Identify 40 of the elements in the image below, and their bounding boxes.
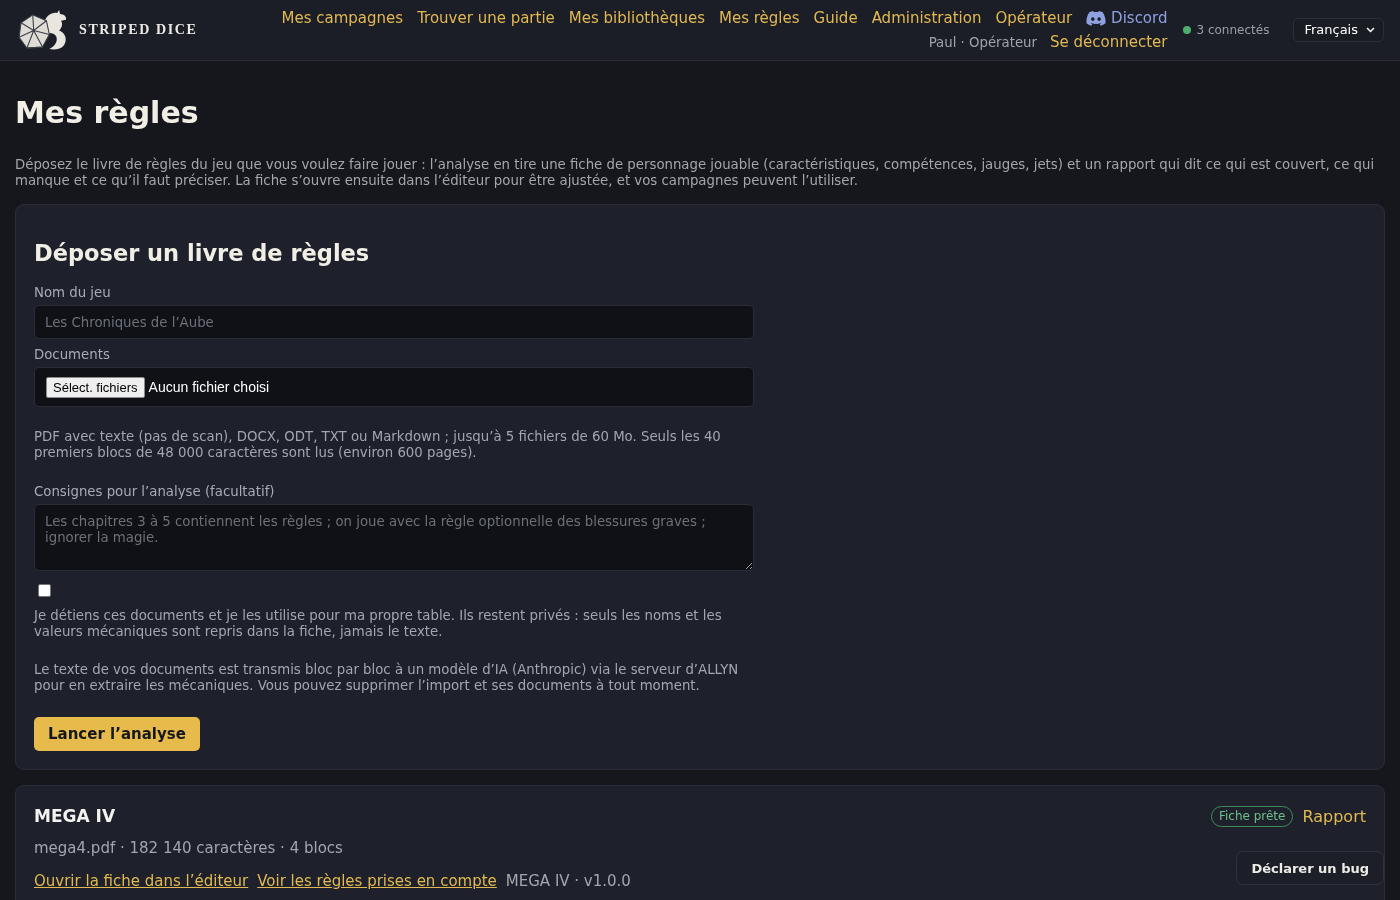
language-select[interactable]: Français — [1293, 18, 1384, 42]
dice-dragon-logo — [16, 9, 69, 51]
open-editor-link[interactable]: Ouvrir la fiche dans l’éditeur — [34, 871, 249, 891]
page-intro: Déposez le livre de règles du jeu que vous voulez faire jouer : l’analyse en tire une fiche de personnage jouable (caractéristiques, compétences, jauges, jets) et un rapport qui dit ce qui est couvert, ce qui manque et ce qu’il faut préciser. La fiche s’ouvre ensuite dans l’éditeur pour être ajustée, et vos campagnes peuvent l’utiliser. — [15, 157, 1376, 189]
nav-link[interactable]: Administration — [871, 7, 982, 29]
status-dot-icon — [1183, 26, 1192, 34]
field-label: Nom du jeu — [34, 284, 111, 302]
import-title: MEGA IV — [34, 805, 116, 828]
instructions-field[interactable]: Les chapitres 3 à 5 contiennent les règles ; on joue avec la règle optionnelle des blessures graves ; ignorer la magie. — [34, 504, 754, 571]
file-meta-text: mega4.pdf · 182 140 caractères · 4 blocs — [34, 838, 343, 858]
consent-checkbox[interactable] — [38, 584, 51, 597]
nav-link[interactable]: Opérateur — [995, 7, 1073, 29]
choose-files-button[interactable]: Sélect. fichiers — [46, 376, 145, 398]
field-label: Documents — [34, 346, 110, 364]
game-name-field[interactable]: Les Chroniques de l’Aube — [34, 305, 754, 339]
report-link[interactable]: Rapport — [1302, 806, 1366, 826]
file-status-text: Aucun fichier choisi — [148, 379, 270, 395]
chevron-down-icon — [1366, 27, 1375, 33]
nav-link[interactable]: Mes campagnes — [281, 7, 404, 29]
nav-link[interactable]: Trouver une partie — [417, 7, 555, 29]
rules-link[interactable]: Voir les règles prises en compte — [257, 871, 497, 891]
documents-hint: PDF avec texte (pas de scan), DOCX, ODT, TXT ou Markdown ; jusqu’à 5 fichiers de 60 Mo. Seuls les 40 premiers blocs de 48 000 caractères sont lus (environ 600 pages). — [34, 429, 722, 461]
version-text: MEGA IV · v1.0.0 — [505, 871, 631, 891]
nav-link[interactable]: Mes règles — [719, 7, 800, 29]
discord-logo-icon — [1086, 10, 1107, 26]
consent-text: Je détiens ces documents et je les utilise pour ma propre table. Ils restent privés : seuls les noms et les valeurs mécaniques sont repris dans la fiche, jamais le texte. — [34, 608, 723, 640]
upload-title: Déposer un livre de règles — [34, 239, 371, 268]
start-analysis-button[interactable]: Lancer l’analyse — [34, 717, 200, 751]
nav-link[interactable]: Mes bibliothèques — [568, 7, 705, 29]
documents-file-field[interactable]: Sélect. fichiers Aucun fichier choisi — [34, 367, 754, 407]
field-label: Consignes pour l’analyse (facultatif) — [34, 483, 275, 501]
online-count: 3 connectés — [1196, 23, 1270, 37]
report-bug-button[interactable]: Déclarer un bug — [1236, 851, 1384, 885]
discord-link[interactable]: Discord — [1086, 7, 1168, 29]
page-title: Mes règles — [15, 94, 200, 132]
nav-link[interactable]: Guide — [813, 7, 858, 29]
privacy-notice: Le texte de vos documents est transmis bloc par bloc à un modèle d’IA (Anthropic) via le serveur d’ALLYN pour en extraire les mécaniques. Vous pouvez supprimer l’import et ses documents à tout moment. — [34, 662, 740, 694]
logout-link[interactable]: Se déconnecter — [1050, 31, 1168, 53]
user-role-text: Paul · Opérateur — [928, 35, 1037, 50]
brand-name: STRIPED DICE — [79, 22, 198, 38]
